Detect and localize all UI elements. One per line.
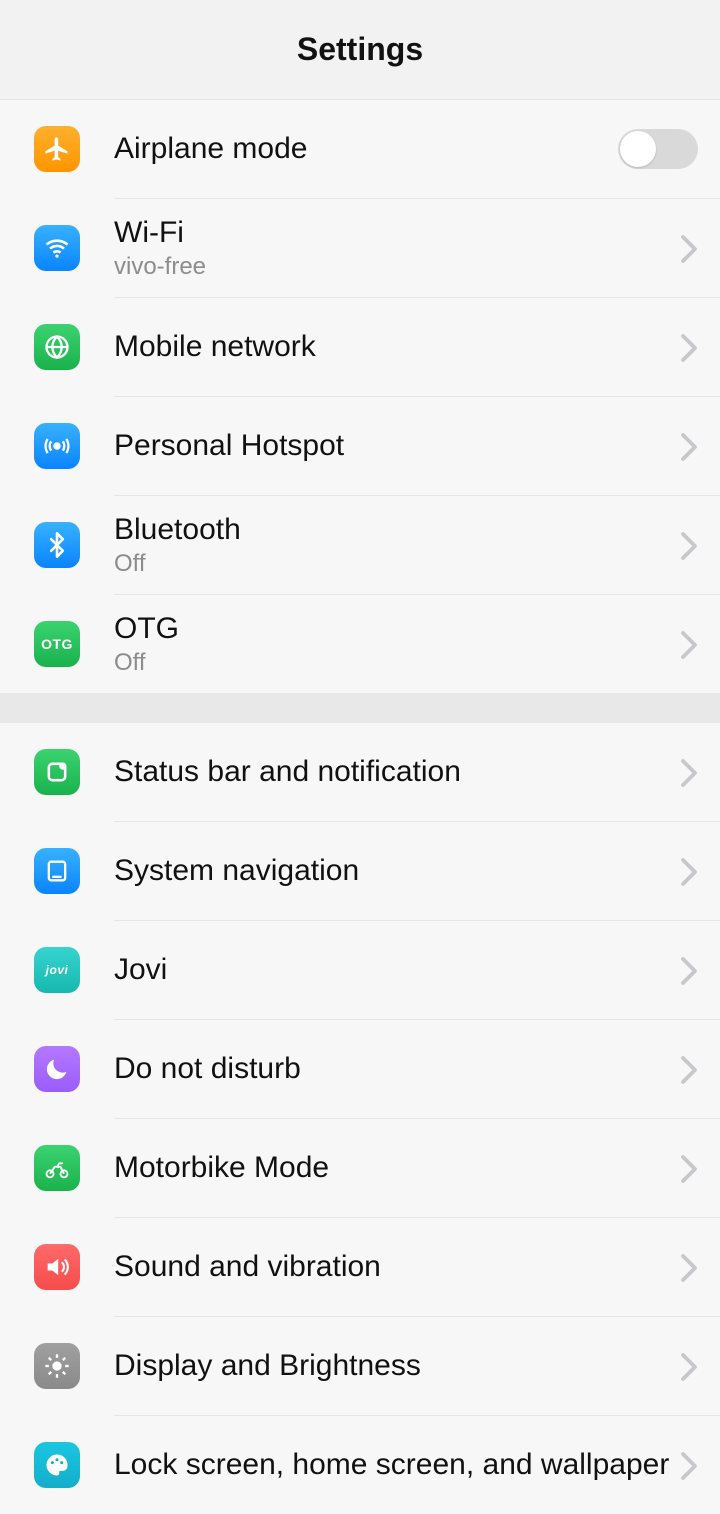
otg-icon: OTG bbox=[34, 621, 80, 667]
row-text: Wi-Fivivo-free bbox=[114, 215, 670, 281]
navigation-icon bbox=[34, 848, 80, 894]
settings-section: Airplane mode Wi-Fivivo-free Mobile networ… bbox=[0, 100, 720, 693]
settings-row-jovi[interactable]: Jovi Jovi bbox=[0, 921, 720, 1019]
row-label: Jovi bbox=[114, 952, 670, 988]
row-text: Jovi bbox=[114, 952, 670, 988]
notification-icon bbox=[34, 749, 80, 795]
row-label: Mobile network bbox=[114, 329, 670, 365]
chevron-right-icon bbox=[680, 758, 698, 786]
chevron-right-icon bbox=[680, 1154, 698, 1182]
row-label: Motorbike Mode bbox=[114, 1150, 670, 1186]
chevron-right-icon bbox=[680, 333, 698, 361]
chevron-right-icon bbox=[680, 857, 698, 885]
row-text: Do not disturb bbox=[114, 1051, 670, 1087]
row-label: Bluetooth bbox=[114, 512, 670, 548]
bluetooth-icon bbox=[34, 522, 80, 568]
row-label: Status bar and notification bbox=[114, 754, 670, 790]
row-label: Display and Brightness bbox=[114, 1348, 670, 1384]
chevron-right-icon bbox=[680, 1253, 698, 1281]
row-label: Lock screen, home screen, and wallpaper bbox=[114, 1447, 670, 1483]
chevron-right-icon bbox=[680, 234, 698, 262]
settings-row-mobile-network[interactable]: Mobile network bbox=[0, 298, 720, 396]
row-text: Status bar and notification bbox=[114, 754, 670, 790]
row-text: OTGOff bbox=[114, 611, 670, 677]
chevron-right-icon bbox=[680, 1451, 698, 1479]
row-sublabel: Off bbox=[114, 649, 670, 677]
globe-icon bbox=[34, 324, 80, 370]
palette-icon bbox=[34, 1442, 80, 1488]
chevron-right-icon bbox=[680, 630, 698, 658]
wifi-icon bbox=[34, 225, 80, 271]
settings-row-sound-vibration[interactable]: Sound and vibration bbox=[0, 1218, 720, 1316]
row-label: Do not disturb bbox=[114, 1051, 670, 1087]
row-text: Mobile network bbox=[114, 329, 670, 365]
row-label: System navigation bbox=[114, 853, 670, 889]
page-title: Settings bbox=[297, 31, 423, 68]
airplane-icon bbox=[34, 126, 80, 172]
row-label: Personal Hotspot bbox=[114, 428, 670, 464]
settings-row-wifi[interactable]: Wi-Fivivo-free bbox=[0, 199, 720, 297]
motorbike-icon bbox=[34, 1145, 80, 1191]
settings-row-motorbike-mode[interactable]: Motorbike Mode bbox=[0, 1119, 720, 1217]
settings-list: Airplane mode Wi-Fivivo-free Mobile networ… bbox=[0, 100, 720, 1514]
row-label: Wi-Fi bbox=[114, 215, 670, 251]
settings-row-bluetooth[interactable]: BluetoothOff bbox=[0, 496, 720, 594]
header: Settings bbox=[0, 0, 720, 100]
settings-section: Status bar and notification System naviga… bbox=[0, 723, 720, 1514]
settings-row-personal-hotspot[interactable]: Personal Hotspot bbox=[0, 397, 720, 495]
hotspot-icon bbox=[34, 423, 80, 469]
moon-icon bbox=[34, 1046, 80, 1092]
settings-row-display-brightness[interactable]: Display and Brightness bbox=[0, 1317, 720, 1415]
settings-row-airplane-mode[interactable]: Airplane mode bbox=[0, 100, 720, 198]
row-label: Sound and vibration bbox=[114, 1249, 670, 1285]
brightness-icon bbox=[34, 1343, 80, 1389]
row-label: OTG bbox=[114, 611, 670, 647]
row-text: Sound and vibration bbox=[114, 1249, 670, 1285]
chevron-right-icon bbox=[680, 432, 698, 460]
toggle-knob bbox=[620, 131, 656, 167]
settings-row-status-bar-notification[interactable]: Status bar and notification bbox=[0, 723, 720, 821]
chevron-right-icon bbox=[680, 1352, 698, 1380]
chevron-right-icon bbox=[680, 1055, 698, 1083]
row-label: Airplane mode bbox=[114, 131, 618, 167]
row-text: System navigation bbox=[114, 853, 670, 889]
chevron-right-icon bbox=[680, 531, 698, 559]
section-gap bbox=[0, 693, 720, 723]
row-text: Display and Brightness bbox=[114, 1348, 670, 1384]
row-text: Personal Hotspot bbox=[114, 428, 670, 464]
row-text: Lock screen, home screen, and wallpaper bbox=[114, 1447, 670, 1483]
jovi-icon: Jovi bbox=[34, 947, 80, 993]
sound-icon bbox=[34, 1244, 80, 1290]
row-text: Motorbike Mode bbox=[114, 1150, 670, 1186]
settings-row-lock-home-wallpaper[interactable]: Lock screen, home screen, and wallpaper bbox=[0, 1416, 720, 1514]
row-text: Airplane mode bbox=[114, 131, 618, 167]
row-sublabel: Off bbox=[114, 550, 670, 578]
row-text: BluetoothOff bbox=[114, 512, 670, 578]
chevron-right-icon bbox=[680, 956, 698, 984]
settings-row-otg[interactable]: OTGOTGOff bbox=[0, 595, 720, 693]
settings-row-system-navigation[interactable]: System navigation bbox=[0, 822, 720, 920]
toggle-airplane-mode[interactable] bbox=[618, 129, 698, 169]
row-sublabel: vivo-free bbox=[114, 253, 670, 281]
settings-row-do-not-disturb[interactable]: Do not disturb bbox=[0, 1020, 720, 1118]
